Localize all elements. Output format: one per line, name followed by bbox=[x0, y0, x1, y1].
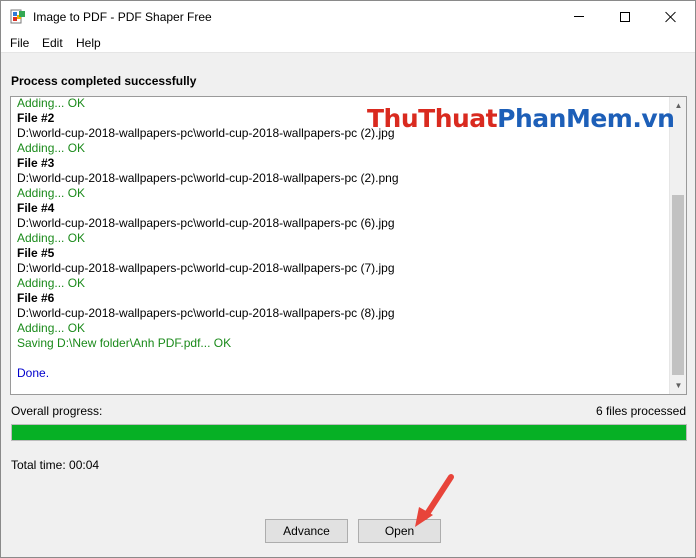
log-lines: Adding... OK File #2 D:\world-cup-2018-wal… bbox=[17, 97, 657, 381]
app-window: Image to PDF - PDF Shaper Free File Edit… bbox=[0, 0, 696, 558]
progress-fill bbox=[12, 425, 686, 440]
progress-label: Overall progress: bbox=[11, 404, 103, 418]
maximize-button[interactable] bbox=[602, 1, 648, 32]
pdf-shaper-app-icon bbox=[10, 9, 26, 25]
log-line: D:\world-cup-2018-wallpapers-pc\world-cu… bbox=[17, 216, 395, 230]
log-line: Adding... OK bbox=[17, 231, 86, 245]
close-button[interactable] bbox=[648, 1, 694, 32]
annotation-arrow-icon bbox=[415, 474, 454, 527]
overall-progress-bar bbox=[11, 424, 687, 441]
advance-button[interactable]: Advance bbox=[265, 519, 348, 543]
watermark-logo: ThuThuatPhanMem.vn bbox=[367, 104, 675, 133]
minimize-icon bbox=[574, 16, 584, 17]
log-line: D:\world-cup-2018-wallpapers-pc\world-cu… bbox=[17, 171, 399, 185]
menu-edit[interactable]: Edit bbox=[42, 36, 63, 50]
menu-help[interactable]: Help bbox=[76, 36, 101, 50]
minimize-button[interactable] bbox=[556, 1, 602, 32]
maximize-icon bbox=[620, 11, 630, 22]
log-scrollbar[interactable]: ▲ ▼ bbox=[669, 97, 686, 394]
close-icon bbox=[665, 11, 677, 23]
log-line: Adding... OK bbox=[17, 141, 86, 155]
log-line: Adding... OK bbox=[17, 321, 86, 335]
log-line: Done. bbox=[17, 366, 50, 380]
total-time: Total time: 00:04 bbox=[11, 458, 100, 472]
log-line: File #6 bbox=[17, 291, 55, 305]
menu-bar: File Edit Help bbox=[1, 32, 695, 53]
log-line: D:\world-cup-2018-wallpapers-pc\world-cu… bbox=[17, 261, 395, 275]
log-line: File #4 bbox=[17, 201, 55, 215]
files-processed-count: 6 files processed bbox=[595, 404, 686, 418]
log-line: Adding... OK bbox=[17, 276, 86, 290]
scroll-down-icon[interactable]: ▼ bbox=[670, 377, 686, 394]
scrollbar-thumb[interactable] bbox=[672, 195, 684, 375]
log-line: D:\world-cup-2018-wallpapers-pc\world-cu… bbox=[17, 306, 395, 320]
menu-file[interactable]: File bbox=[10, 36, 29, 50]
log-line: Saving D:\New folder\Anh PDF.pdf... OK bbox=[17, 336, 232, 350]
process-log[interactable]: Adding... OK File #2 D:\world-cup-2018-wal… bbox=[10, 96, 687, 395]
log-line: Adding... OK bbox=[17, 186, 86, 200]
log-line: File #5 bbox=[17, 246, 55, 260]
log-line: File #3 bbox=[17, 156, 55, 170]
status-heading: Process completed successfully bbox=[11, 74, 197, 88]
title-bar[interactable]: Image to PDF - PDF Shaper Free bbox=[1, 1, 695, 32]
window-title: Image to PDF - PDF Shaper Free bbox=[33, 10, 212, 24]
